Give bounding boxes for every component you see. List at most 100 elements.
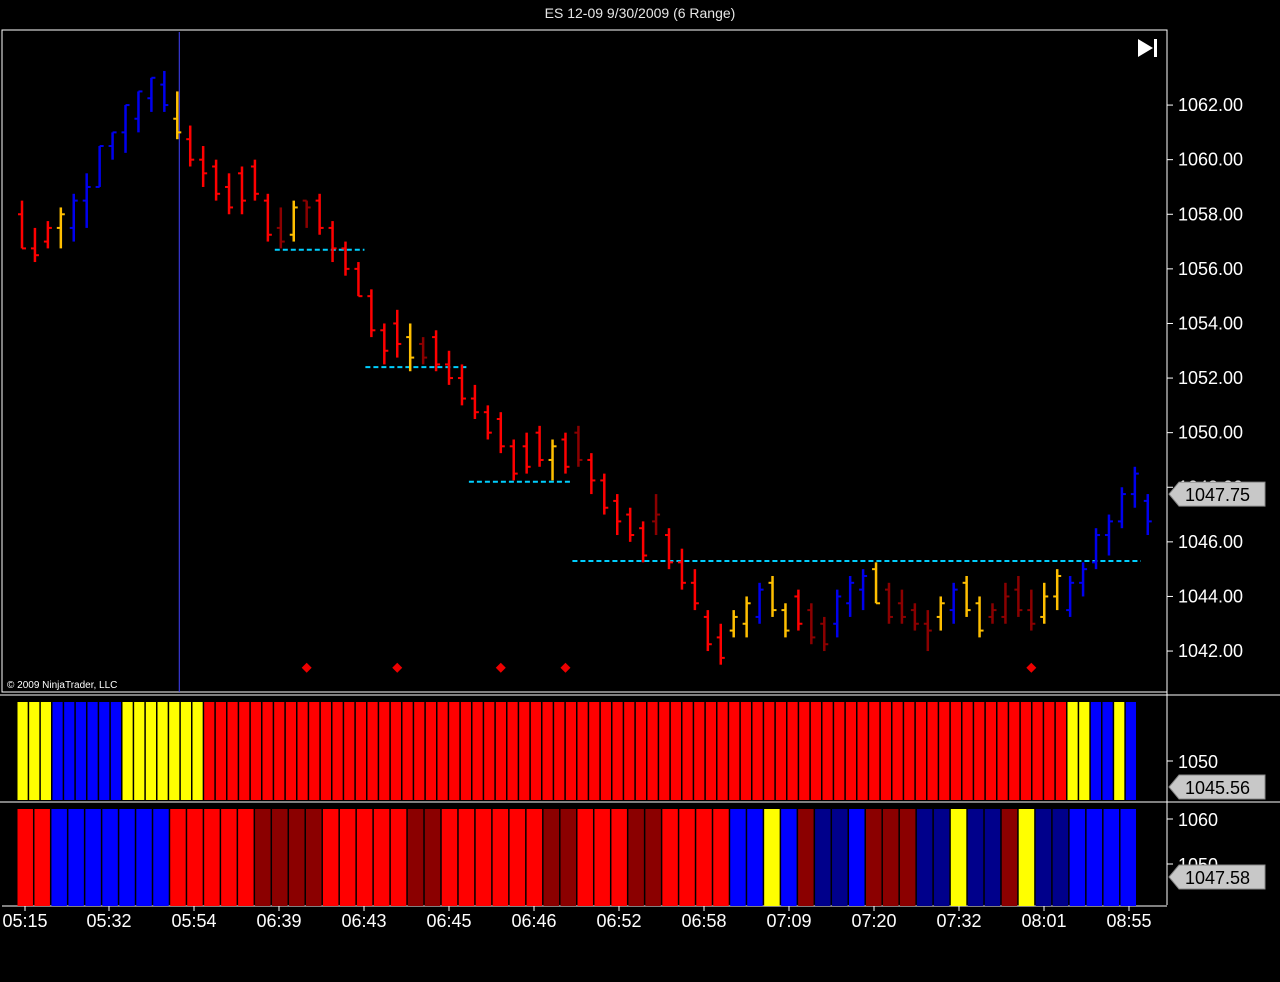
ohlc-bar <box>354 262 363 298</box>
chart-area[interactable]: 1062.00 1060.00 1058.00 1056.00 1054.00 1052.… <box>0 0 1280 982</box>
panel2-bar <box>34 809 50 906</box>
price-tag-label: 1045.56 <box>1185 778 1250 798</box>
panel2-bar <box>747 809 763 906</box>
panel1-bar <box>425 702 436 800</box>
ohlc-bar <box>949 582 958 624</box>
x-tick-label: 06:39 <box>256 911 301 931</box>
panel1-bar <box>99 702 110 800</box>
panel2-bar <box>611 809 627 906</box>
panel1-bar <box>764 702 775 800</box>
panel1-bar <box>775 702 786 800</box>
panel2-bar <box>424 809 441 906</box>
panel1-bar <box>904 702 915 800</box>
ohlc-bar <box>250 159 259 201</box>
ohlc-bar <box>147 76 156 112</box>
panel1-bar <box>962 702 973 800</box>
panel2-bar <box>153 809 169 906</box>
panel1-bar <box>1102 702 1113 800</box>
panel1-bar <box>309 702 320 800</box>
panel2-bar <box>950 809 967 906</box>
panel1-bar <box>542 702 553 800</box>
panel2-bar <box>899 809 916 906</box>
panel2-bar <box>272 809 288 906</box>
panel2-bar <box>305 809 322 906</box>
panel1-bar <box>274 702 285 800</box>
panel1-bar <box>997 702 1008 800</box>
panel2-bar <box>289 809 305 906</box>
panel2-bar <box>119 809 135 906</box>
x-tick-label: 05:15 <box>2 911 47 931</box>
panel1-bar <box>495 702 506 800</box>
ohlc-bar <box>613 494 622 536</box>
panel1-bar <box>589 702 600 800</box>
panel1-bar <box>250 702 261 800</box>
panel2-bar <box>577 809 593 906</box>
panel2-bar <box>407 809 424 906</box>
ohlc-bar <box>470 384 479 420</box>
panel2-bar <box>475 809 492 906</box>
panel2-bar <box>373 809 390 906</box>
panel1-bar <box>64 702 75 800</box>
panel2-bar <box>356 809 373 906</box>
panel1-bar <box>717 702 728 800</box>
ohlc-bar <box>1066 575 1075 617</box>
ohlc-bar <box>587 453 596 495</box>
panel1-bar <box>822 702 833 800</box>
panel1-bar <box>880 702 891 800</box>
ohlc-bar <box>186 125 195 167</box>
panel1-bar <box>122 702 133 800</box>
y-tick-label: 1052.00 <box>1178 368 1243 388</box>
panel2-bar <box>17 809 33 906</box>
panel1-bar <box>1009 702 1020 800</box>
ohlc-bar <box>639 521 648 563</box>
panel1-bar <box>1067 702 1078 800</box>
panel1-bar <box>565 702 576 800</box>
panel2-bar <box>441 809 458 906</box>
ohlc-bar <box>1001 582 1010 624</box>
panel2-bar <box>509 809 526 906</box>
panel1-bar <box>950 702 961 800</box>
panel2-bar <box>967 809 984 906</box>
panel1-bar <box>810 702 821 800</box>
ohlc-bar <box>574 425 583 467</box>
ohlc-bar <box>393 309 402 358</box>
panel1-bar <box>705 702 716 800</box>
panel1-bar <box>939 702 950 800</box>
ohlc-bar <box>742 596 751 638</box>
panel2-bar <box>696 809 712 906</box>
x-tick-label: 05:54 <box>171 911 216 931</box>
panel2-bar <box>916 809 933 906</box>
ohlc-bar <box>160 70 169 112</box>
panel1-bar <box>262 702 273 800</box>
skip-to-end-icon[interactable] <box>1136 36 1160 60</box>
panel2-bar <box>1069 809 1086 906</box>
panel1-bar <box>577 702 588 800</box>
panel2-bar <box>645 809 661 906</box>
ohlc-bar <box>561 432 570 474</box>
x-tick-label: 06:43 <box>341 911 386 931</box>
signal-marker <box>1026 662 1037 673</box>
ohlc-bar <box>884 582 893 624</box>
panel2-bar <box>560 809 576 906</box>
panel1-bar <box>472 702 483 800</box>
ohlc-bar <box>522 432 531 474</box>
price-tag-label: 1047.58 <box>1185 868 1250 888</box>
x-tick-label: 07:32 <box>936 911 981 931</box>
ohlc-bar <box>18 200 26 250</box>
ohlc-bar <box>406 323 415 372</box>
panel1-bar <box>414 702 425 800</box>
price-tag-label: 1047.75 <box>1185 485 1250 505</box>
ohlc-bar <box>897 589 906 624</box>
panel1-bar <box>52 702 63 800</box>
panel2-bar <box>85 809 101 906</box>
panel2-bar <box>187 809 203 906</box>
y-tick-label: 1042.00 <box>1178 641 1243 661</box>
panel2-bar <box>221 809 237 906</box>
y-tick-label: 1058.00 <box>1178 204 1243 224</box>
panel2-bar <box>628 809 644 906</box>
panel1-bar <box>484 702 495 800</box>
panel2-bar <box>1035 809 1052 906</box>
panel2-bar <box>170 809 186 906</box>
panel2-bar <box>339 809 356 906</box>
ohlc-bar <box>665 528 673 570</box>
